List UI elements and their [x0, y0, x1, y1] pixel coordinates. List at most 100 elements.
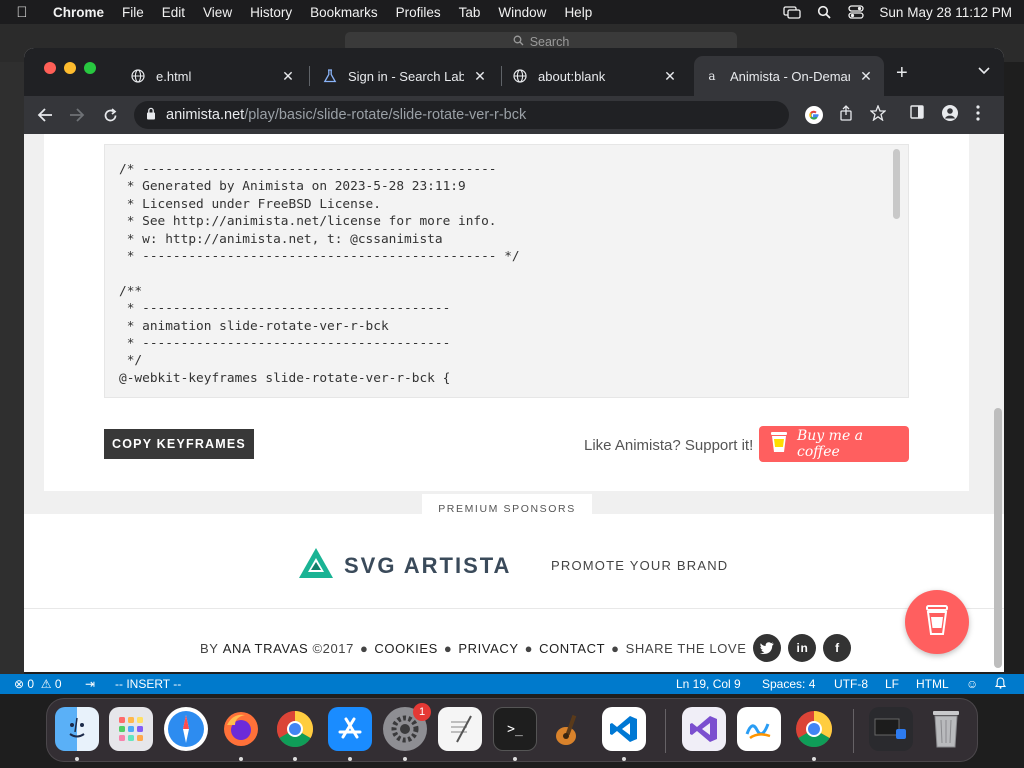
running-indicator: [513, 757, 517, 761]
twitter-icon[interactable]: [753, 634, 782, 662]
new-tab-icon[interactable]: +: [896, 62, 908, 85]
share-icon[interactable]: [839, 105, 853, 126]
menu-app-name[interactable]: Chrome: [44, 5, 113, 20]
running-indicator: [75, 757, 79, 761]
reload-icon[interactable]: [99, 104, 121, 126]
more-menu-icon[interactable]: [976, 105, 980, 126]
chevron-down-icon[interactable]: [978, 64, 990, 78]
menu-history[interactable]: History: [241, 5, 301, 20]
running-indicator: [293, 757, 297, 761]
close-tab-icon[interactable]: ✕: [662, 68, 678, 85]
terminal-prompt-glyph: >_: [507, 721, 523, 737]
minimize-window-button[interactable]: [64, 62, 76, 74]
footer-bullet: ●: [611, 640, 620, 656]
site-info-icon[interactable]: [146, 107, 156, 124]
encoding[interactable]: UTF-8: [834, 677, 868, 691]
tab-title: Sign in - Search Labs: [348, 68, 464, 84]
vscode-status-bar: ⊗ 0 ⚠ 0 ⇥ -- INSERT -- Ln 19, Col 9 Spac…: [0, 674, 1024, 694]
feedback-icon[interactable]: ☺: [966, 677, 978, 691]
menu-window[interactable]: Window: [489, 5, 555, 20]
zoom-window-button[interactable]: [84, 62, 96, 74]
cursor-position[interactable]: Ln 19, Col 9: [676, 677, 741, 691]
launchpad-icon[interactable]: [109, 707, 153, 751]
menu-view[interactable]: View: [194, 5, 241, 20]
forward-arrow-icon[interactable]: [66, 104, 88, 126]
menu-clock[interactable]: Sun May 28 11:12 PM: [879, 5, 1012, 20]
coffee-cup-icon: [769, 430, 789, 458]
app-store-icon[interactable]: [328, 707, 372, 751]
macos-dock: 1 >_: [46, 698, 978, 762]
dock-separator: [853, 709, 854, 753]
footer-contact-link[interactable]: CONTACT: [539, 641, 605, 656]
side-panel-icon[interactable]: [910, 105, 924, 124]
indentation[interactable]: Spaces: 4: [762, 677, 815, 691]
close-tab-icon[interactable]: ✕: [858, 68, 874, 85]
menu-profiles[interactable]: Profiles: [387, 5, 450, 20]
generated-code-box[interactable]: /* -------------------------------------…: [104, 144, 909, 398]
bookmark-star-icon[interactable]: [869, 104, 887, 126]
svg-artista-logo[interactable]: SVG ARTISTA: [298, 547, 511, 584]
menu-help[interactable]: Help: [555, 5, 601, 20]
tab-title: about:blank: [538, 68, 606, 84]
visual-studio-icon[interactable]: [682, 707, 726, 751]
footer-author-link[interactable]: ANA TRAVAS: [223, 641, 308, 656]
coffee-cup-icon: [925, 604, 949, 641]
close-window-button[interactable]: [44, 62, 56, 74]
code-scrollbar[interactable]: [893, 149, 900, 219]
tab-animista[interactable]: a Animista - On-Demand ✕: [694, 56, 884, 96]
close-tab-icon[interactable]: ✕: [280, 68, 296, 85]
system-settings-icon[interactable]: 1: [383, 703, 431, 751]
end-of-line[interactable]: LF: [885, 677, 899, 691]
menu-file[interactable]: File: [113, 5, 153, 20]
apple-icon[interactable]: : [0, 4, 44, 21]
google-icon[interactable]: [804, 105, 824, 130]
close-tab-icon[interactable]: ✕: [472, 68, 488, 85]
back-arrow-icon[interactable]: [34, 104, 56, 126]
firefox-icon[interactable]: [219, 707, 263, 751]
spotlight-search-icon[interactable]: [815, 5, 833, 19]
bell-icon[interactable]: [994, 677, 1007, 692]
chrome-dock-icon-2[interactable]: [792, 707, 836, 751]
footer-cookies-link[interactable]: COOKIES: [374, 641, 437, 656]
safari-icon[interactable]: [164, 707, 208, 751]
trash-icon[interactable]: [924, 707, 968, 751]
premium-sponsors-label: PREMIUM SPONSORS: [422, 494, 592, 524]
problems-indicator[interactable]: ⊗ 0 ⚠ 0: [14, 677, 62, 691]
animista-icon: a: [708, 69, 716, 83]
facebook-icon[interactable]: f: [823, 634, 852, 662]
freeform-icon[interactable]: [737, 707, 781, 751]
generated-css-code[interactable]: /* -------------------------------------…: [105, 145, 908, 387]
menu-tab[interactable]: Tab: [450, 5, 490, 20]
footer-privacy-link[interactable]: PRIVACY: [458, 641, 518, 656]
garageband-icon[interactable]: [547, 707, 591, 751]
language-mode[interactable]: HTML: [916, 677, 949, 691]
running-indicator: [812, 757, 816, 761]
page-scrollbar[interactable]: [994, 408, 1002, 668]
screen-mirroring-icon[interactable]: [783, 5, 802, 19]
linkedin-icon[interactable]: in: [788, 634, 817, 662]
tab-about-blank[interactable]: about:blank ✕: [502, 56, 688, 96]
promote-your-brand-link[interactable]: PROMOTE YOUR BRAND: [551, 558, 728, 573]
textedit-icon[interactable]: [438, 707, 482, 751]
control-center-icon[interactable]: [847, 5, 865, 19]
url-host: animista.net: [166, 107, 245, 123]
tab-search-labs[interactable]: Sign in - Search Labs ✕: [312, 56, 498, 96]
chrome-dock-icon[interactable]: [273, 707, 317, 751]
downloads-stack-icon[interactable]: [869, 707, 913, 751]
svg-artista-mark-icon: [298, 547, 334, 584]
browser-toolbar: animista.net/play/basic/slide-rotate/sli…: [24, 96, 1004, 134]
menu-bookmarks[interactable]: Bookmarks: [301, 5, 387, 20]
address-bar[interactable]: animista.net/play/basic/slide-rotate/sli…: [134, 101, 789, 129]
tab-e-html[interactable]: e.html ✕: [120, 56, 306, 96]
url-path: /play/basic/slide-rotate/slide-rotate-ve…: [244, 107, 527, 123]
terminal-icon[interactable]: >_: [493, 707, 537, 751]
copy-keyframes-button[interactable]: COPY KEYFRAMES: [104, 429, 254, 459]
profile-avatar-icon[interactable]: [942, 105, 958, 126]
footer-bullet: ●: [359, 640, 369, 656]
vscode-dock-icon[interactable]: [602, 707, 646, 751]
floating-coffee-button[interactable]: [905, 590, 969, 654]
live-share-icon[interactable]: ⇥: [85, 677, 95, 691]
menu-edit[interactable]: Edit: [153, 5, 194, 20]
finder-icon[interactable]: [55, 707, 99, 751]
buy-me-a-coffee-button[interactable]: Buy me a coffee: [759, 426, 909, 462]
